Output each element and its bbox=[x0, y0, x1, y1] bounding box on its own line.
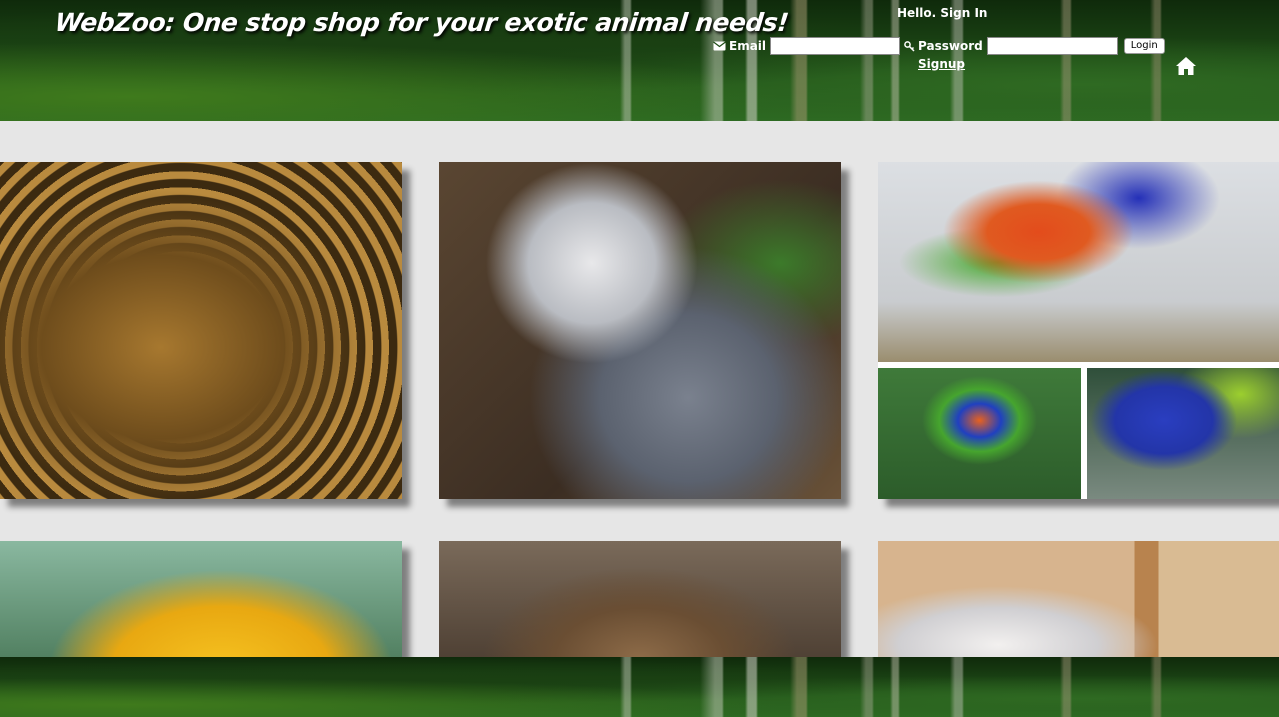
python-photo-tile[interactable] bbox=[0, 162, 402, 499]
password-label-group: Password bbox=[904, 39, 983, 53]
key-icon bbox=[904, 40, 915, 52]
site-logo[interactable]: WebZoo: One stop shop for your exotic an… bbox=[53, 8, 789, 37]
white-tiger-photo-tile[interactable] bbox=[878, 541, 1279, 671]
cockatoo-photo-tile[interactable] bbox=[0, 541, 402, 671]
password-field[interactable] bbox=[986, 37, 1118, 55]
login-form: Email Password Login bbox=[713, 36, 1165, 56]
lorikeet-photo-left bbox=[878, 368, 1081, 499]
harpy-eagle-photo-tile[interactable] bbox=[439, 162, 841, 499]
lorikeet-photo-main bbox=[878, 162, 1279, 362]
email-field[interactable] bbox=[770, 37, 901, 55]
envelope-icon bbox=[713, 41, 726, 51]
lorikeet-photo-right bbox=[1087, 368, 1279, 499]
lorikeet-photo-tile[interactable] bbox=[878, 162, 1279, 499]
login-button[interactable]: Login bbox=[1123, 38, 1165, 54]
email-label: Email bbox=[729, 39, 767, 53]
password-label: Password bbox=[918, 39, 983, 53]
cub-photo-tile[interactable] bbox=[439, 541, 841, 671]
signup-link[interactable]: Signup bbox=[918, 57, 965, 71]
home-icon[interactable] bbox=[1175, 56, 1197, 76]
header-banner: WebZoo: One stop shop for your exotic an… bbox=[0, 0, 1279, 121]
sign-in-greeting: Hello. Sign In bbox=[897, 6, 988, 20]
email-label-group: Email bbox=[713, 39, 766, 53]
footer-banner bbox=[0, 657, 1279, 717]
